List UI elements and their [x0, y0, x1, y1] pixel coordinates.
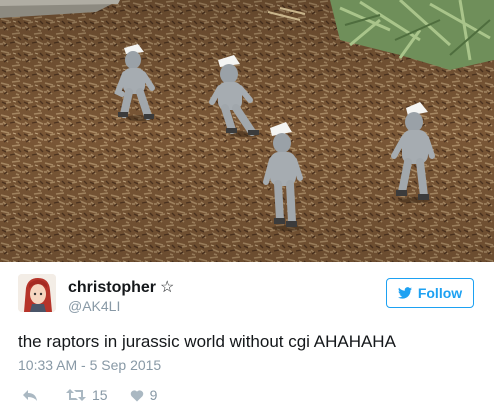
- bird-icon: [397, 287, 412, 299]
- user-handle[interactable]: @AK4LI: [68, 298, 120, 314]
- avatar[interactable]: [18, 274, 56, 312]
- like-count: 9: [149, 387, 158, 403]
- retweet-button[interactable]: 15: [66, 387, 108, 403]
- retweet-icon: [66, 389, 86, 401]
- tweet-text: the raptors in jurassic world without cg…: [18, 332, 396, 351]
- star-icon: ☆: [160, 279, 175, 296]
- tweet-timestamp[interactable]: 10:33 AM - 5 Sep 2015: [18, 357, 161, 373]
- heart-icon: [130, 389, 143, 401]
- reply-icon: [23, 390, 37, 401]
- like-button[interactable]: 9: [130, 387, 158, 403]
- retweet-count: 15: [92, 387, 108, 403]
- reply-button[interactable]: [22, 388, 44, 402]
- follow-button[interactable]: Follow: [386, 278, 474, 308]
- follow-label: Follow: [417, 285, 463, 301]
- tweet-actions: 15 9: [22, 385, 179, 405]
- tweet-photo[interactable]: [0, 0, 494, 262]
- tweet-header: christopher ☆ @AK4LI Follow: [18, 274, 478, 318]
- display-name[interactable]: christopher ☆: [68, 277, 174, 297]
